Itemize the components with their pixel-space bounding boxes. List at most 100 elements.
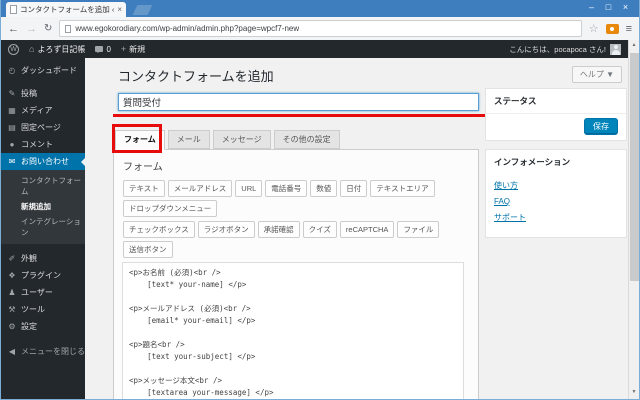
address-bar[interactable]: www.egokorodiary.com/wp-admin/admin.php?…	[59, 20, 582, 37]
form-template-textarea[interactable]: <p>お名前 (必須)<br /> [text* your-name] </p>…	[122, 262, 464, 399]
sidebar-item-label: 投稿	[21, 89, 37, 98]
sidebar-item-label: コメント	[21, 140, 53, 149]
close-button[interactable]: ×	[617, 1, 634, 14]
tab-form[interactable]: フォーム	[115, 130, 165, 150]
wp-admin-bar: W ⌂ よろず日記帳 0 + 新規 こんにちは、pocapoca さん!	[1, 40, 628, 58]
plugin-icon: ❖	[8, 271, 16, 280]
browser-titlebar: コンタクトフォームを追加 ‹ よろ × – □ ×	[1, 0, 639, 17]
browser-toolbar: ← → ↻ www.egokorodiary.com/wp-admin/admi…	[1, 17, 639, 40]
sidebar-item-contact[interactable]: ✉ お問い合わせ	[1, 153, 85, 170]
tab-mail[interactable]: メール	[167, 130, 210, 149]
new-tab-button[interactable]	[132, 5, 153, 15]
tag-button-tel[interactable]: 電話番号	[265, 180, 308, 197]
sidebar-item-posts[interactable]: ✎ 投稿	[1, 85, 85, 102]
tab-messages[interactable]: メッセージ	[212, 130, 271, 149]
scroll-down-icon[interactable]: ▼	[632, 387, 637, 397]
tag-button-submit[interactable]: 送信ボタン	[123, 241, 173, 258]
adminbar-site-link[interactable]: ⌂ よろず日記帳	[29, 44, 85, 55]
link-docs[interactable]: 使い方	[494, 180, 618, 191]
window-controls: – □ ×	[583, 1, 634, 14]
home-icon: ⌂	[29, 44, 35, 54]
tag-button-text[interactable]: テキスト	[123, 180, 165, 197]
link-faq[interactable]: FAQ	[494, 197, 618, 206]
page-scrollbar[interactable]: ▲ ▼	[628, 40, 639, 399]
maximize-button[interactable]: □	[600, 1, 617, 14]
tag-button-email[interactable]: メールアドレス	[167, 180, 233, 197]
tag-button-textarea[interactable]: テキストエリア	[370, 180, 435, 197]
submenu-item-contact-forms[interactable]: コンタクトフォーム	[1, 173, 85, 199]
screenshot-extension-icon[interactable]	[605, 23, 619, 34]
save-button[interactable]: 保存	[584, 118, 618, 135]
gear-icon: ⚙	[8, 322, 16, 331]
tag-button-checkbox[interactable]: チェックボックス	[123, 221, 195, 238]
tag-button-url[interactable]: URL	[235, 180, 263, 197]
bookmark-star-icon[interactable]: ☆	[589, 22, 599, 35]
comments-bubble-icon	[95, 46, 104, 53]
form-editor-panel: フォーム テキスト メールアドレス URL 電話番号 数値 日付 テキストエリア…	[113, 149, 479, 399]
tab-close-icon[interactable]: ×	[117, 5, 122, 14]
scrollbar-thumb[interactable]	[629, 53, 639, 281]
browser-menu-icon[interactable]: ≡	[626, 23, 632, 35]
sidebar-item-label: 外観	[21, 254, 37, 263]
brush-icon: ✐	[8, 254, 16, 263]
wp-admin-sidebar: ◴ ダッシュボード ✎ 投稿 ▦ メディア ▤ 固定ページ ● コメント ✉ お…	[1, 58, 85, 399]
main-content: ヘルプ ▼ コンタクトフォームを追加 フォーム メール メッセージ その他の設定…	[85, 58, 628, 399]
sidebar-item-settings[interactable]: ⚙ 設定	[1, 318, 85, 335]
tag-button-recaptcha[interactable]: reCAPTCHA	[339, 221, 395, 238]
user-icon: ♟	[8, 288, 16, 297]
sidebar-item-dashboard[interactable]: ◴ ダッシュボード	[1, 62, 85, 79]
tag-button-file[interactable]: ファイル	[397, 221, 440, 238]
reload-icon[interactable]: ↻	[44, 23, 52, 34]
wordpress-logo-icon[interactable]: W	[8, 43, 19, 55]
tag-button-quiz[interactable]: クイズ	[302, 221, 337, 238]
sidebar-item-label: ユーザー	[21, 288, 53, 297]
sidebar-item-label: ダッシュボード	[21, 66, 77, 75]
sidebar-item-label: メディア	[21, 106, 53, 115]
link-support[interactable]: サポート	[494, 212, 618, 223]
forward-icon[interactable]: →	[26, 23, 37, 35]
pages-icon: ▤	[8, 123, 16, 132]
status-panel: ステータス 保存	[485, 88, 627, 141]
back-icon[interactable]: ←	[8, 23, 19, 35]
submenu-item-add-new[interactable]: 新規追加	[1, 199, 85, 214]
sidebar-item-comments[interactable]: ● コメント	[1, 136, 85, 153]
information-panel-title: インフォメーション	[494, 157, 571, 167]
site-name: よろず日記帳	[37, 44, 86, 54]
tag-button-date[interactable]: 日付	[340, 180, 368, 197]
sidebar-item-users[interactable]: ♟ ユーザー	[1, 284, 85, 301]
media-icon: ▦	[8, 106, 16, 115]
sidebar-item-label: 固定ページ	[21, 123, 61, 132]
adminbar-comments[interactable]: 0	[95, 44, 111, 54]
help-button[interactable]: ヘルプ ▼	[571, 66, 622, 83]
browser-window: コンタクトフォームを追加 ‹ よろ × – □ × ← → ↻ www.egok…	[0, 0, 640, 400]
sidebar-item-collapse-menu[interactable]: ◀ メニューを閉じる	[1, 343, 85, 360]
browser-tab[interactable]: コンタクトフォームを追加 ‹ よろ ×	[6, 2, 126, 17]
sidebar-item-appearance[interactable]: ✐ 外観	[1, 250, 85, 267]
tag-button-dropdown[interactable]: ドロップダウンメニュー	[123, 200, 218, 217]
sidebar-item-tools[interactable]: ⚒ ツール	[1, 301, 85, 318]
scroll-up-icon[interactable]: ▲	[632, 40, 637, 50]
submenu-item-integration[interactable]: インテグレーション	[1, 214, 85, 240]
tag-button-number[interactable]: 数値	[310, 180, 338, 197]
sidebar-item-pages[interactable]: ▤ 固定ページ	[1, 119, 85, 136]
pushpin-icon: ✎	[8, 89, 16, 98]
sidebar-item-media[interactable]: ▦ メディア	[1, 102, 85, 119]
page-title: コンタクトフォームを追加	[118, 69, 274, 84]
tab-additional-settings[interactable]: その他の設定	[273, 130, 340, 149]
collapse-arrow-icon: ◀	[8, 347, 16, 356]
adminbar-account[interactable]: こんにちは、pocapoca さん!	[509, 43, 621, 55]
page-favicon-icon	[10, 5, 17, 14]
form-panel-label: フォーム	[123, 162, 163, 173]
information-panel: インフォメーション 使い方 FAQ サポート	[485, 149, 627, 238]
comment-count: 0	[106, 44, 111, 54]
status-panel-footer: 保存	[486, 113, 626, 140]
minimize-button[interactable]: –	[583, 1, 600, 14]
form-title-input[interactable]	[118, 93, 479, 111]
sidebar-item-plugins[interactable]: ❖ プラグイン	[1, 267, 85, 284]
status-panel-title: ステータス	[494, 96, 537, 106]
comments-icon: ●	[9, 140, 15, 149]
tag-button-acceptance[interactable]: 承諾確認	[257, 221, 300, 238]
url-text[interactable]: www.egokorodiary.com/wp-admin/admin.php?…	[75, 24, 299, 33]
tag-button-radio[interactable]: ラジオボタン	[197, 221, 255, 238]
adminbar-new[interactable]: + 新規	[121, 44, 145, 55]
